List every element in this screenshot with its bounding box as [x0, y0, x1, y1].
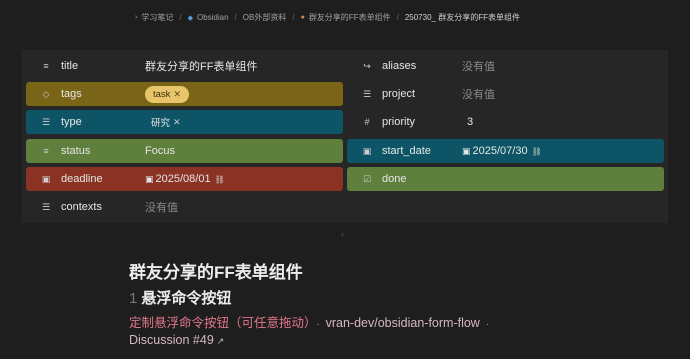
remove-tag-icon[interactable]: ✕: [173, 89, 181, 100]
breadcrumb-separator: /: [396, 13, 399, 22]
property-type[interactable]: ☰ type 研究 ✕: [26, 110, 343, 134]
link-icon[interactable]: ⛓: [215, 175, 225, 184]
property-status[interactable]: ≡ status Focus: [26, 139, 343, 163]
separator-dot: ·: [485, 319, 490, 330]
property-key: status: [61, 145, 91, 157]
tag-label: 研究: [151, 118, 171, 129]
property-key: priority: [382, 116, 416, 128]
property-key: aliases: [382, 60, 417, 72]
calendar-icon: ▣: [41, 173, 51, 184]
property-value[interactable]: 没有值: [462, 82, 495, 106]
breadcrumb: › 学习笔记 / ◆ Obsidian / OB外部资料 / ● 群友分享的FF…: [135, 12, 520, 23]
tag-pill[interactable]: 研究 ✕: [145, 114, 187, 131]
property-key: title: [61, 60, 79, 72]
checkbox-icon[interactable]: ☑: [360, 167, 374, 191]
text-line: Discussion #49 ↗: [129, 333, 495, 352]
property-title[interactable]: ≡ title 群友分享的FF表单组件: [26, 54, 343, 78]
breadcrumb-item[interactable]: 群友分享的FF表单组件: [309, 12, 391, 23]
text-line: 定制悬浮命令按钮（可任意拖动） · vran-dev/obsidian-form-f…: [129, 312, 495, 331]
property-key: deadline: [61, 173, 103, 185]
heading-number: 1: [129, 290, 138, 307]
calendar-icon: ▣: [462, 145, 471, 156]
properties-panel: ≡ title 群友分享的FF表单组件 ◇ tags task ✕ ☰ type…: [22, 50, 668, 223]
property-key: project: [382, 88, 416, 100]
highlighted-text: 定制悬浮命令按钮（可任意拖动）: [129, 316, 311, 330]
breadcrumb-item[interactable]: 学习笔记: [141, 12, 173, 23]
remove-tag-icon[interactable]: ✕: [173, 117, 181, 128]
breadcrumb-separator: /: [234, 13, 237, 22]
property-value[interactable]: 没有值: [145, 195, 178, 219]
property-done[interactable]: ☑ done: [347, 167, 664, 191]
note-content: 群友分享的FF表单组件 1 悬浮命令按钮 定制悬浮命令按钮（可任意拖动） · vran…: [129, 258, 495, 352]
heading-1: 群友分享的FF表单组件: [129, 263, 303, 282]
breadcrumb-separator: /: [292, 13, 295, 22]
breadcrumb-current: 250730_ 群友分享的FF表单组件: [404, 13, 520, 22]
fire-icon: ●: [300, 14, 305, 21]
add-property-icon[interactable]: +: [340, 230, 345, 240]
breadcrumb-separator: /: [179, 13, 182, 22]
calendar-icon: ▣: [145, 173, 154, 184]
property-value[interactable]: 3: [467, 110, 473, 134]
property-value: task ✕: [145, 82, 189, 106]
property-value[interactable]: Focus: [145, 139, 175, 163]
date-value[interactable]: 2025/08/01: [156, 173, 211, 185]
obsidian-icon: ◆: [187, 14, 193, 22]
property-aliases[interactable]: ↪ aliases 没有值: [347, 54, 664, 78]
text-icon: ≡: [43, 146, 49, 156]
property-key: contexts: [61, 201, 102, 213]
breadcrumb-item[interactable]: Obsidian: [197, 13, 229, 22]
separator-dot: ·: [316, 319, 320, 330]
property-key: done: [382, 173, 407, 185]
property-key: start_date: [382, 145, 431, 157]
number-icon: #: [364, 117, 370, 127]
tag-label: task: [153, 88, 171, 100]
property-key: tags: [61, 88, 82, 100]
tag-icon: ◇: [42, 88, 50, 99]
list-icon: ☰: [41, 201, 51, 212]
property-priority[interactable]: # priority 3: [347, 110, 664, 134]
property-deadline[interactable]: ▣ deadline ▣ 2025/08/01 ⛓: [26, 167, 343, 191]
text-icon: ≡: [43, 61, 49, 71]
property-start-date[interactable]: ▣ start_date ▣ 2025/07/30 ⛓: [347, 139, 664, 163]
heading-2-text: 悬浮命令按钮: [141, 290, 232, 307]
heading-2: 1 悬浮命令按钮: [129, 287, 495, 309]
folder-icon: ›: [135, 14, 138, 21]
property-value[interactable]: ▣ 2025/08/01 ⛓: [145, 167, 225, 191]
property-project[interactable]: ☰ project 没有值: [347, 82, 664, 106]
date-value[interactable]: 2025/07/30: [473, 145, 528, 157]
discussion-link[interactable]: Discussion #49: [129, 333, 214, 347]
property-key: type: [61, 116, 82, 128]
property-tags[interactable]: ◇ tags task ✕: [26, 82, 343, 106]
property-value[interactable]: 群友分享的FF表单组件: [145, 54, 257, 78]
link-icon[interactable]: ⛓: [532, 147, 542, 156]
forward-arrow-icon: ↪: [363, 60, 371, 71]
property-value[interactable]: 没有值: [462, 54, 495, 78]
external-link-icon[interactable]: ↗: [217, 336, 225, 346]
tag-pill[interactable]: task ✕: [145, 85, 189, 103]
repo-link[interactable]: vran-dev/obsidian-form-flow: [326, 316, 480, 330]
property-contexts[interactable]: ☰ contexts 没有值: [26, 195, 343, 219]
list-icon: ☰: [362, 88, 372, 99]
calendar-icon: ▣: [362, 145, 372, 156]
property-value: 研究 ✕: [145, 110, 187, 134]
list-icon: ☰: [41, 116, 51, 127]
property-value[interactable]: ▣ 2025/07/30 ⛓: [462, 139, 542, 163]
breadcrumb-item[interactable]: OB外部资料: [243, 12, 287, 23]
